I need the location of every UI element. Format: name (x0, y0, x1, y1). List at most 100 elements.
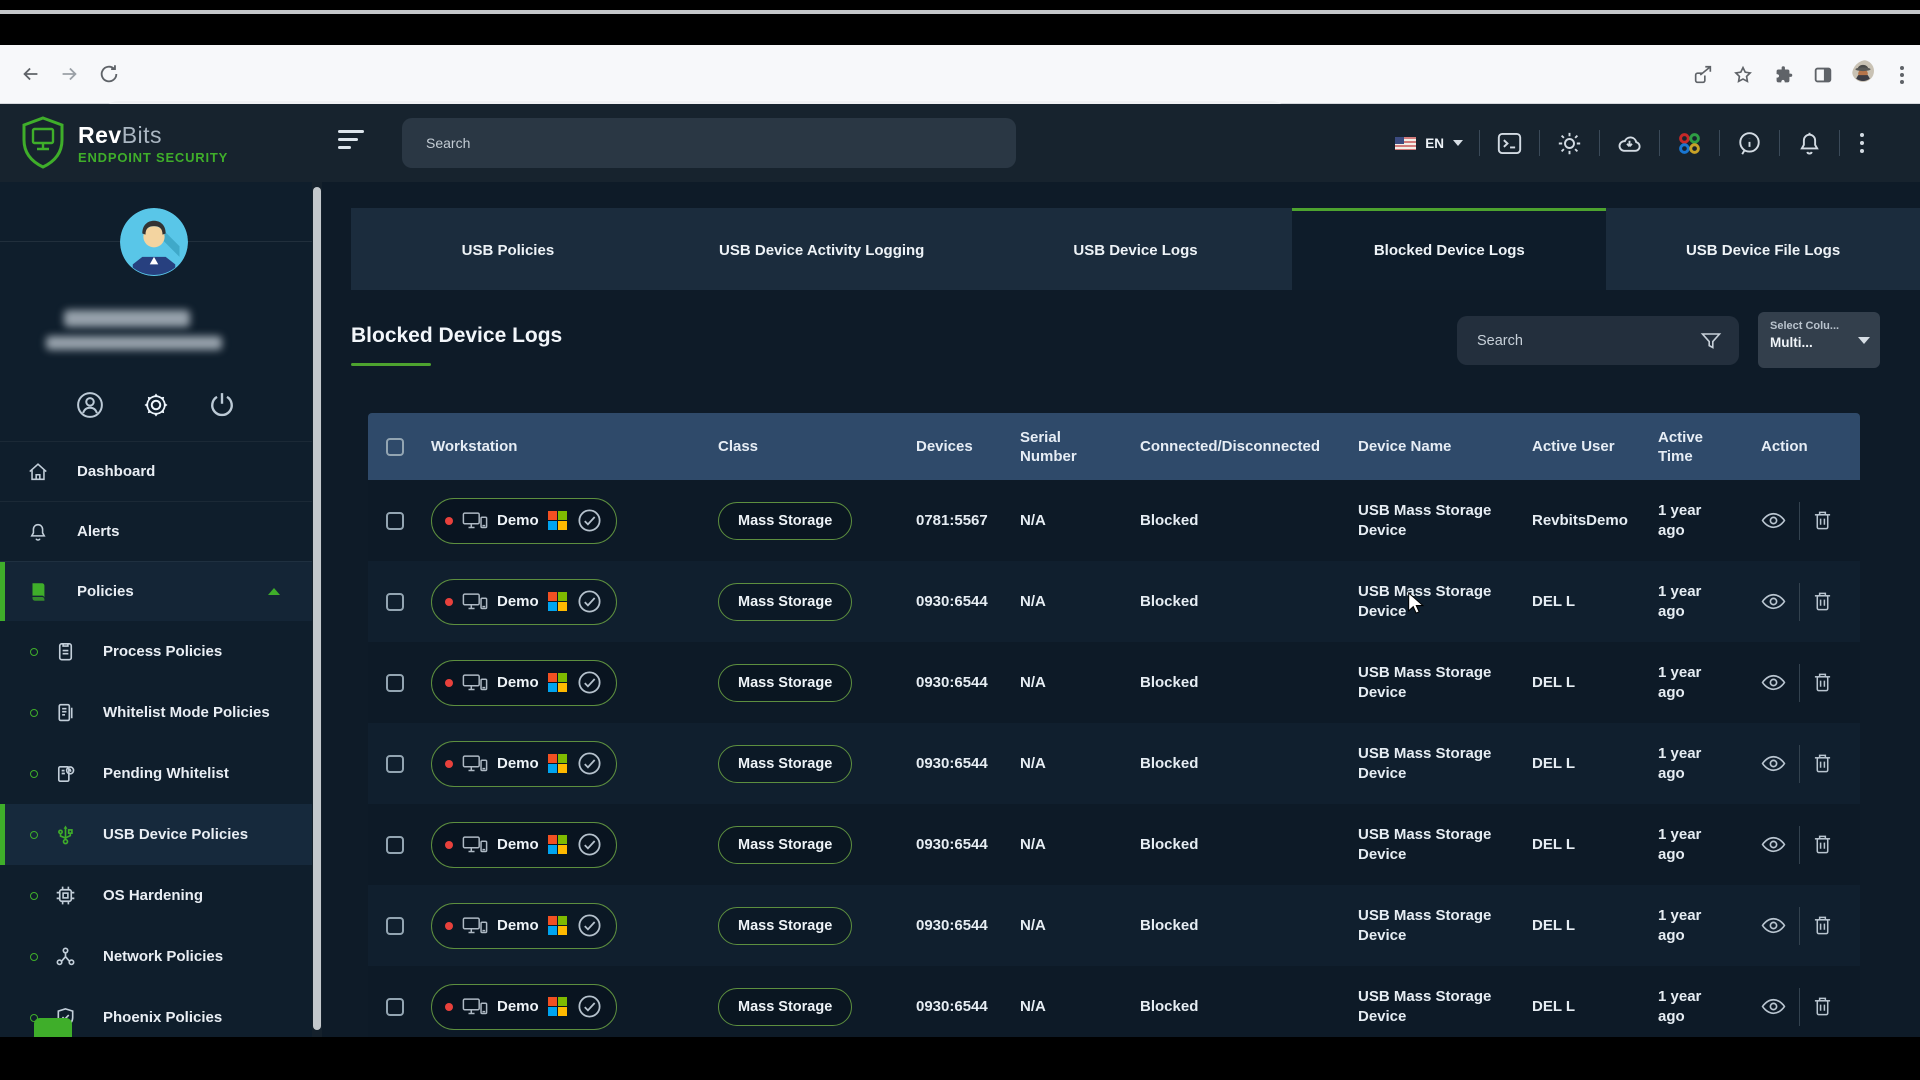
view-eye-icon[interactable] (1761, 917, 1786, 934)
global-search-input[interactable] (402, 118, 1016, 168)
language-code: EN (1425, 135, 1444, 151)
content-scrollbar[interactable] (312, 182, 322, 1037)
delete-trash-icon[interactable] (1813, 672, 1832, 693)
cloud-download-icon[interactable] (1616, 130, 1643, 157)
workstation-pill[interactable]: Demo (431, 983, 618, 1030)
tab-blocked-device-logs[interactable]: Blocked Device Logs (1292, 208, 1607, 290)
sidebar-item-label: Dashboard (77, 463, 156, 480)
sidebar-item-alerts[interactable]: Alerts (0, 501, 312, 561)
title-underline (351, 363, 431, 366)
row-checkbox[interactable] (386, 592, 404, 611)
select-columns-dropdown[interactable]: Select Colu... Multi... (1758, 312, 1880, 368)
tab-usb-device-file-logs[interactable]: USB Device File Logs (1606, 208, 1920, 290)
extensions-puzzle-icon[interactable] (1772, 64, 1794, 86)
sidebar-footer-chip[interactable] (34, 1018, 72, 1037)
workstation-pill[interactable]: Demo (431, 497, 618, 544)
sidebar-item-whitelist-mode-policies[interactable]: Whitelist Mode Policies (0, 682, 312, 743)
view-eye-icon[interactable] (1761, 593, 1786, 610)
filter-funnel-icon[interactable] (1699, 329, 1723, 353)
tab-usb-device-activity-logging[interactable]: USB Device Activity Logging (665, 208, 979, 290)
delete-trash-icon[interactable] (1813, 510, 1832, 531)
delete-trash-icon[interactable] (1813, 753, 1832, 774)
device-name: USB Mass Storage Device (1358, 582, 1492, 620)
user-avatar[interactable] (120, 208, 188, 276)
scrollbar-thumb[interactable] (313, 187, 321, 1030)
info-chat-icon[interactable] (1736, 130, 1763, 157)
table-header-cell: Connected/Disconnected (1132, 413, 1352, 480)
settings-gear-button[interactable] (139, 388, 173, 422)
view-eye-icon[interactable] (1761, 512, 1786, 529)
table-row: Demo Mass Storage 0930:6544 N/A Blocked USB M… (368, 804, 1860, 885)
bullet-icon (30, 708, 38, 717)
table-header-cell: Workstation (425, 413, 712, 480)
sidebar-item-process-policies[interactable]: Process Policies (0, 621, 312, 682)
workstation-pill[interactable]: Demo (431, 902, 618, 949)
connection-status: Blocked (1140, 998, 1199, 1015)
table-search-input[interactable] (1457, 332, 1699, 349)
tab-bar: USB Policies USB Device Activity Logging U… (351, 208, 1920, 290)
browser-forward-button[interactable] (54, 59, 84, 89)
row-checkbox[interactable] (386, 754, 404, 773)
more-options-icon[interactable] (1856, 133, 1868, 153)
workstation-pill[interactable]: Demo (431, 578, 618, 625)
tab-usb-device-logs[interactable]: USB Device Logs (979, 208, 1293, 290)
sidebar-item-os-hardening[interactable]: OS Hardening (0, 865, 312, 926)
row-checkbox[interactable] (386, 511, 404, 530)
sidebar-item-policies[interactable]: Policies (0, 561, 312, 621)
browser-menu-icon[interactable] (1900, 65, 1904, 84)
main-content: USB Policies USB Device Activity Logging U… (322, 182, 1920, 1037)
theme-sun-icon[interactable] (1556, 130, 1583, 157)
share-icon[interactable] (1692, 64, 1714, 86)
row-checkbox[interactable] (386, 673, 404, 692)
delete-trash-icon[interactable] (1813, 834, 1832, 855)
sidebar-item-pending-whitelist[interactable]: Pending Whitelist (0, 743, 312, 804)
divider (1799, 906, 1800, 945)
windows-logo-icon (547, 915, 568, 936)
logout-power-button[interactable] (205, 388, 239, 422)
workstation-pill[interactable]: Demo (431, 821, 618, 868)
table-header-cell: Serial Number (1012, 413, 1132, 480)
sidebar-item-network-policies[interactable]: Network Policies (0, 926, 312, 987)
view-eye-icon[interactable] (1761, 998, 1786, 1015)
browser-refresh-button[interactable] (94, 59, 124, 89)
menu-toggle-icon[interactable] (338, 130, 370, 156)
view-eye-icon[interactable] (1761, 836, 1786, 853)
check-circle-icon (576, 831, 603, 858)
bullet-icon (30, 891, 38, 900)
view-eye-icon[interactable] (1761, 755, 1786, 772)
select-all-checkbox[interactable] (386, 437, 404, 456)
workstation-pill[interactable]: Demo (431, 659, 618, 706)
sidebar-item-usb-device-policies[interactable]: USB Device Policies (0, 804, 312, 865)
status-dot-icon (445, 1002, 453, 1011)
row-checkbox[interactable] (386, 997, 404, 1016)
workstation-name: Demo (497, 917, 539, 934)
mouse-cursor (1408, 592, 1425, 614)
apps-grid-icon[interactable] (1676, 130, 1703, 157)
view-eye-icon[interactable] (1761, 674, 1786, 691)
active-user: DEL L (1532, 755, 1576, 772)
sidebar-item-dashboard[interactable]: Dashboard (0, 441, 312, 501)
bookmark-star-icon[interactable] (1732, 64, 1754, 86)
delete-trash-icon[interactable] (1813, 996, 1832, 1017)
row-checkbox[interactable] (386, 835, 404, 854)
side-panel-icon[interactable] (1812, 64, 1834, 86)
row-checkbox[interactable] (386, 916, 404, 935)
workstation-pill[interactable]: Demo (431, 740, 618, 787)
app-window: RevBits ENDPOINT SECURITY EN (0, 104, 1920, 1037)
check-circle-icon (576, 912, 603, 939)
delete-trash-icon[interactable] (1813, 915, 1832, 936)
browser-back-button[interactable] (16, 59, 46, 89)
terminal-icon[interactable] (1496, 130, 1523, 157)
workstation-monitor-icon (462, 592, 488, 611)
sidebar-item-label: Policies (77, 583, 134, 600)
divider (1799, 744, 1800, 783)
notifications-bell-icon[interactable] (1796, 130, 1823, 157)
windows-logo-icon (547, 591, 568, 612)
tab-usb-policies[interactable]: USB Policies (351, 208, 665, 290)
os-icon (54, 884, 77, 907)
delete-trash-icon[interactable] (1813, 591, 1832, 612)
shield-logo-icon (22, 116, 64, 169)
browser-profile-avatar[interactable] (1852, 59, 1882, 90)
profile-button[interactable] (73, 388, 107, 422)
language-selector[interactable]: EN (1395, 136, 1463, 151)
